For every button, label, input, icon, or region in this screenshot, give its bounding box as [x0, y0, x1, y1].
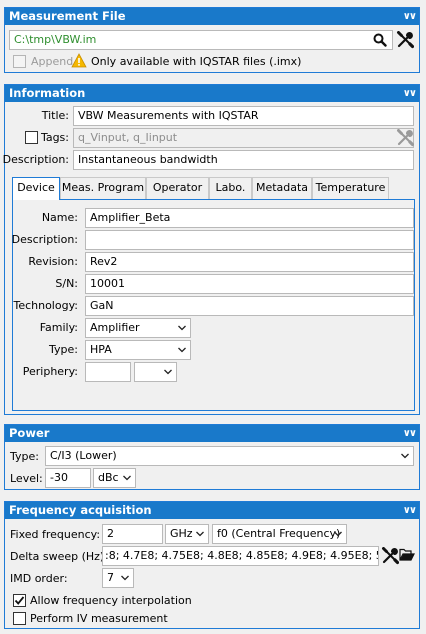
collapse-chevron-icon[interactable]: ∨∨	[403, 8, 417, 25]
tags-checkbox[interactable]	[25, 131, 38, 144]
sn-label: S/N:	[55, 277, 78, 290]
device-tab-content: Name: Amplifier_Beta Description: Revisi…	[12, 199, 415, 411]
panel-title: Information	[9, 86, 86, 100]
periphery-input[interactable]	[85, 362, 131, 382]
collapse-chevron-icon[interactable]: ∨∨	[403, 425, 417, 442]
family-label: Family:	[39, 321, 78, 334]
append-checkbox[interactable]	[13, 55, 26, 68]
dropdown-arrow-icon	[178, 346, 186, 354]
interpolation-label: Allow frequency interpolation	[30, 594, 192, 607]
frequency-mode-select[interactable]: f0 (Central Frequency)	[212, 524, 347, 544]
frequency-header[interactable]: Frequency acquisition ∨∨	[5, 502, 419, 519]
title-value: VBW Measurements with IQSTAR	[78, 109, 259, 122]
tags-label: Tags:	[40, 131, 69, 144]
type-label: Type:	[49, 343, 78, 356]
sn-input[interactable]: 10001	[85, 274, 414, 294]
level-label: Level:	[10, 472, 43, 485]
description-value: Instantaneous bandwidth	[78, 153, 218, 166]
description-label: Description:	[2, 153, 69, 166]
dropdown-arrow-icon	[196, 530, 204, 538]
tab-device[interactable]: Device	[12, 177, 60, 200]
delta-sweep-input[interactable]: :8; 4.7E8; 4.75E8; 4.8E8; 4.85E8; 4.9E8;…	[102, 546, 379, 566]
periphery-label: Periphery:	[22, 365, 78, 378]
warning-icon	[71, 53, 87, 68]
name-input[interactable]: Amplifier_Beta	[85, 208, 414, 228]
panel-title: Measurement File	[9, 9, 126, 23]
panel-title: Power	[9, 426, 50, 440]
imd-order-select[interactable]: 7	[102, 568, 134, 588]
power-type-label: Type:	[10, 450, 39, 463]
tab-temperature[interactable]: Temperature	[312, 177, 389, 199]
name-label: Name:	[41, 211, 78, 224]
tags-value: q_Vinput, q_Iinput	[78, 131, 178, 144]
power-header[interactable]: Power ∨∨	[5, 425, 419, 442]
technology-label: Technology:	[13, 299, 78, 312]
power-type-select[interactable]: C/I3 (Lower)	[45, 446, 414, 466]
fixed-frequency-label: Fixed frequency:	[10, 528, 101, 541]
interpolation-checkbox[interactable]	[13, 594, 26, 607]
tab-operator[interactable]: Operator	[146, 177, 209, 199]
level-input[interactable]: -30	[45, 468, 91, 488]
description-input[interactable]: Instantaneous bandwidth	[73, 150, 414, 170]
revision-label: Revision:	[28, 255, 78, 268]
revision-input[interactable]: Rev2	[85, 252, 414, 272]
frequency-acquisition-panel: Frequency acquisition ∨∨ Fixed frequency…	[4, 501, 420, 629]
measurement-file-header[interactable]: Measurement File ∨∨	[5, 8, 419, 25]
search-icon[interactable]	[373, 33, 387, 47]
type-select[interactable]: HPA	[85, 340, 191, 360]
title-input[interactable]: VBW Measurements with IQSTAR	[73, 106, 414, 126]
device-description-label: Description:	[11, 233, 78, 246]
panel-title: Frequency acquisition	[9, 503, 152, 517]
imd-order-label: IMD order:	[10, 572, 68, 585]
tab-meas-program[interactable]: Meas. Program	[60, 177, 146, 199]
info-tabs: Device Meas. Program Operator Labo. Meta…	[12, 177, 415, 411]
measurement-file-panel: Measurement File ∨∨ C:\tmp\VBW.im Append…	[4, 7, 420, 73]
device-description-input[interactable]	[85, 230, 414, 250]
dropdown-arrow-icon	[123, 474, 131, 482]
warning-text: Only available with IQSTAR files (.imx)	[91, 55, 302, 68]
fixed-frequency-input[interactable]: 2	[102, 524, 163, 544]
dropdown-arrow-icon	[121, 574, 129, 582]
dropdown-arrow-icon	[178, 324, 186, 332]
tools-icon[interactable]	[396, 31, 414, 49]
dropdown-arrow-icon	[401, 452, 409, 460]
fixed-frequency-unit-select[interactable]: GHz	[165, 524, 209, 544]
title-label: Title:	[41, 109, 69, 122]
level-unit-select[interactable]: dBc	[93, 468, 136, 488]
file-path-text: C:\tmp\VBW.im	[14, 33, 97, 46]
folder-open-icon[interactable]	[399, 548, 415, 562]
append-label: Append	[31, 55, 74, 68]
power-panel: Power ∨∨ Type: C/I3 (Lower) Level: -30 d…	[4, 424, 420, 490]
information-header[interactable]: Information ∨∨	[5, 85, 419, 102]
dropdown-arrow-icon	[334, 530, 342, 538]
information-panel: Information ∨∨ Title: VBW Measurements w…	[2, 84, 420, 415]
collapse-chevron-icon[interactable]: ∨∨	[403, 85, 417, 102]
tools-icon[interactable]	[396, 129, 414, 147]
file-path-input[interactable]: C:\tmp\VBW.im	[9, 30, 393, 50]
checkmark-icon	[14, 596, 25, 605]
iv-measurement-checkbox[interactable]	[13, 612, 26, 625]
delta-sweep-label: Delta sweep (Hz):	[10, 550, 108, 563]
dropdown-arrow-icon	[164, 368, 172, 376]
tab-labo[interactable]: Labo.	[209, 177, 252, 199]
family-select[interactable]: Amplifier	[85, 318, 191, 338]
collapse-chevron-icon[interactable]: ∨∨	[403, 502, 417, 519]
tags-input[interactable]: q_Vinput, q_Iinput	[73, 128, 414, 148]
periphery-unit-select[interactable]	[134, 362, 177, 382]
iv-measurement-label: Perform IV measurement	[30, 612, 168, 625]
tab-metadata[interactable]: Metadata	[252, 177, 312, 199]
technology-input[interactable]: GaN	[85, 296, 414, 316]
tools-icon[interactable]	[381, 547, 399, 565]
